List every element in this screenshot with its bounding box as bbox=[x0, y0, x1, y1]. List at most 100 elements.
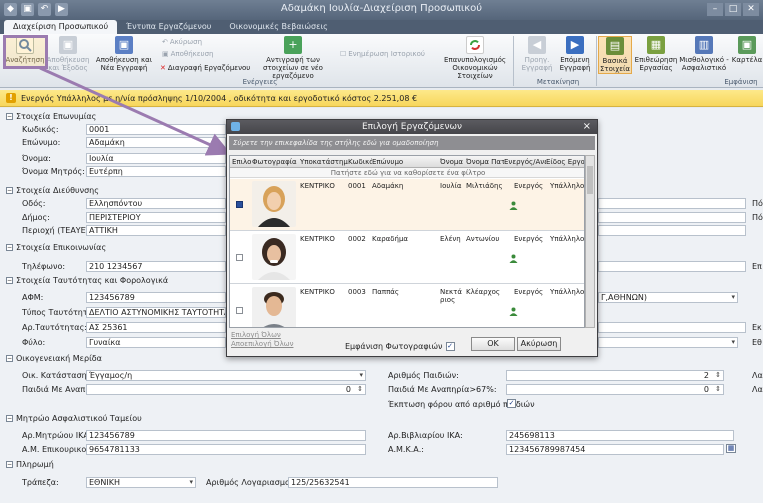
amka-lookup-icon[interactable]: ▦ bbox=[726, 444, 736, 453]
gender-label: Φύλο: bbox=[22, 338, 46, 347]
ika-field[interactable]: 123456789 bbox=[86, 430, 366, 441]
table-row[interactable]: ΚΕΝΤΡΙΚΟ 0002 Καραδήμα Ελένη Αντωνίου Εν… bbox=[230, 232, 584, 284]
select-all-link[interactable]: Επιλογή Όλων bbox=[231, 331, 293, 340]
right-partial-label: Λα bbox=[752, 385, 763, 394]
show-photos-checkbox[interactable]: ✓ bbox=[445, 342, 455, 351]
section-payment[interactable]: − Πληρωμή bbox=[6, 460, 54, 469]
spinner-icon: ⇕ bbox=[357, 385, 363, 393]
afm-field[interactable]: 123456789 bbox=[86, 292, 226, 303]
tab-employee-forms[interactable]: Έντυπα Εργαζόμενου bbox=[117, 20, 220, 34]
section-contact[interactable]: − Στοιχεία Επικοινωνίας bbox=[6, 243, 106, 252]
disabled-children-field[interactable]: 0 ⇕ bbox=[86, 384, 366, 395]
row-select-checkbox[interactable] bbox=[236, 201, 243, 208]
col-type[interactable]: Είδος Εργαζ bbox=[546, 158, 584, 166]
show-photos-option[interactable]: Εμφάνιση Φωτογραφιών ✓ bbox=[345, 342, 455, 351]
right-partial-label: Εθ bbox=[752, 338, 762, 347]
table-row[interactable]: ΚΕΝΤΡΙΚΟ 0001 Αδαμάκη Ιουλία Μιλτιάδης Ε… bbox=[230, 179, 584, 231]
account-field[interactable]: 125/25632541 bbox=[288, 477, 498, 488]
phone-field[interactable]: 210 1234567 bbox=[86, 261, 226, 272]
section-family[interactable]: − Οικογενειακή Μερίδα bbox=[6, 354, 102, 363]
col-branch[interactable]: Υποκατάστημα bbox=[300, 158, 348, 166]
filter-row[interactable]: Πατήστε εδώ για να καθορίσετε ένα φίλτρο bbox=[230, 168, 584, 178]
amka-field[interactable]: 123456789987454 bbox=[506, 444, 724, 455]
row-select-checkbox[interactable] bbox=[236, 254, 243, 261]
next-record-button[interactable]: ▶ Επόμενη Εγγραφή bbox=[556, 36, 594, 72]
save-ribbon-button[interactable]: ▣ Αποθήκευση bbox=[162, 50, 213, 58]
section-name[interactable]: − Στοιχεία Επωνυμίας bbox=[6, 112, 96, 121]
booklet-field[interactable]: 245698113 bbox=[506, 430, 734, 441]
col-photo[interactable]: Φωτογραφία bbox=[252, 158, 298, 166]
save-exit-button[interactable]: ▣ Αποθήκευση και Έξοδος bbox=[47, 36, 89, 72]
maximize-button[interactable]: □ bbox=[725, 3, 741, 16]
disabled67-field[interactable]: 0 ⇕ bbox=[506, 384, 724, 395]
col-select[interactable]: Επιλο bbox=[232, 158, 252, 166]
bank-select[interactable]: ΕΘΝΙΚΗ ▾ bbox=[86, 477, 196, 488]
section-address[interactable]: − Στοιχεία Διεύθυνσης bbox=[6, 186, 99, 195]
id-type-field[interactable]: ΔΕΛΤΙΟ ΑΣΤΥΝΟΜΙΚΗΣ ΤΑΥΤΟΤΗΤΑΣ bbox=[86, 307, 226, 318]
deselect-all-link[interactable]: Αποεπιλογή Όλων bbox=[231, 340, 293, 349]
street-field-ext[interactable] bbox=[598, 198, 746, 209]
id-number-field-ext[interactable] bbox=[598, 322, 746, 333]
update-history-button[interactable]: ☐ Ενημέρωση Ιστορικού bbox=[340, 50, 425, 58]
street-field[interactable]: Ελλησπόντου bbox=[86, 198, 226, 209]
user-icon bbox=[509, 307, 518, 316]
supplementary-am-field[interactable]: 9654781133 bbox=[86, 444, 366, 455]
tab-financial-certificates[interactable]: Οικονομικές Βεβαιώσεις bbox=[220, 20, 336, 34]
cell-surname: Καραδήμα bbox=[372, 235, 409, 243]
dialog-close-button[interactable]: × bbox=[583, 120, 591, 134]
children-count-field[interactable]: 2 ⇕ bbox=[506, 370, 724, 381]
delete-employee-button[interactable]: ✕ Διαγραφή Εργαζόμενου bbox=[160, 64, 250, 72]
col-code[interactable]: Κωδικό bbox=[348, 158, 372, 166]
review-work-icon: ▦ bbox=[647, 36, 665, 54]
mother-name-field[interactable]: Ευτέρπη bbox=[86, 166, 226, 177]
group-by-area[interactable]: Σύρετε την επικεφαλίδα της στήλης εδώ γι… bbox=[229, 136, 595, 150]
municipality-field-ext[interactable] bbox=[598, 212, 746, 223]
marital-status-select[interactable]: Έγγαμος/η ▾ bbox=[86, 370, 366, 381]
firstname-label: Όνομα: bbox=[22, 154, 51, 163]
region-field[interactable]: ΑΤΤΙΚΗ bbox=[86, 225, 226, 236]
salary-insurance-button[interactable]: ▥ Μισθολογικό - Ασφαλιστικό bbox=[678, 36, 730, 72]
section-insurance[interactable]: − Μητρώο Ασφαλιστικού Ταμείου bbox=[6, 414, 142, 423]
ok-button[interactable]: ΟΚ bbox=[471, 337, 515, 351]
copy-to-new-button[interactable]: + Αντιγραφή των στοιχείων σε νέο εργαζόμ… bbox=[250, 36, 336, 80]
copy-icon: + bbox=[284, 36, 302, 54]
street-label: Οδός: bbox=[22, 199, 46, 208]
collapse-icon: − bbox=[6, 461, 13, 468]
municipality-field[interactable]: ΠΕΡΙΣΤΕΡΙΟΥ bbox=[86, 212, 226, 223]
table-row[interactable]: ΚΕΝΤΡΙΚΟ 0003 Παππάς Νεκτάριος Κλέαρχος … bbox=[230, 285, 585, 327]
cancel-ribbon-button[interactable]: ↶ Ακύρωση bbox=[162, 38, 202, 46]
doy-field[interactable]: Γ,ΑΘΗΝΩΝ) ▾ bbox=[598, 292, 738, 303]
group-label-actions: Ενέργειες bbox=[242, 78, 278, 86]
review-work-button[interactable]: ▦ Επιθεώρηση Εργασίας bbox=[635, 36, 677, 72]
status-bar: ! Ενεργός Υπάλληλος με η/νία πρόσληψης 1… bbox=[0, 90, 763, 107]
region-field-ext[interactable] bbox=[598, 225, 746, 236]
basic-info-button[interactable]: ▤ Βασικά Στοιχεία bbox=[598, 36, 632, 74]
section-identity[interactable]: − Στοιχεία Ταυτότητας και Φορολογικά bbox=[6, 276, 168, 285]
tax-deduction-checkbox[interactable]: ✓ bbox=[507, 399, 516, 408]
gender-field[interactable]: Γυναίκα bbox=[86, 337, 226, 348]
col-father[interactable]: Όνομα Πατ bbox=[466, 158, 504, 166]
prev-record-button[interactable]: ◀ Προηγ. Εγγραφή bbox=[518, 36, 556, 72]
surname-field[interactable]: Αδαμάκη bbox=[86, 137, 226, 148]
grid-scrollbar[interactable] bbox=[585, 155, 595, 328]
save-new-button[interactable]: ▣ Αποθήκευση και Νέα Εγγραφή bbox=[92, 36, 156, 72]
col-name[interactable]: Όνομα bbox=[440, 158, 466, 166]
collapse-icon: − bbox=[6, 113, 13, 120]
firstname-field[interactable]: Ιουλία bbox=[86, 153, 226, 164]
title-bar: ◆ ▣ ↶ ▶ Αδαμάκη Ιουλία-Διαχείριση Προσωπ… bbox=[0, 0, 763, 20]
col-surname[interactable]: Επώνυμο bbox=[372, 158, 440, 166]
recalc-button[interactable]: Επανυπολογισμός Οικονομικών Στοιχείων bbox=[442, 36, 508, 80]
card-button[interactable]: ▣ Καρτέλα bbox=[732, 36, 762, 64]
nationality-field[interactable]: ▾ bbox=[598, 337, 738, 348]
code-field[interactable]: 0001 bbox=[86, 124, 226, 135]
cell-type: Υπάλληλος bbox=[550, 288, 585, 296]
close-button[interactable]: ✕ bbox=[743, 3, 759, 16]
minimize-button[interactable]: – bbox=[707, 3, 723, 16]
scroll-thumb[interactable] bbox=[587, 166, 593, 194]
col-active[interactable]: Ενεργός/Ανε bbox=[504, 158, 546, 166]
row-select-checkbox[interactable] bbox=[236, 307, 243, 314]
id-number-field[interactable]: ΑΣ 25361 bbox=[86, 322, 226, 333]
tab-personnel[interactable]: Διαχείριση Προσωπικού bbox=[4, 20, 118, 34]
phone-field-ext[interactable] bbox=[598, 261, 746, 272]
dialog-cancel-button[interactable]: Ακύρωση bbox=[517, 337, 561, 351]
